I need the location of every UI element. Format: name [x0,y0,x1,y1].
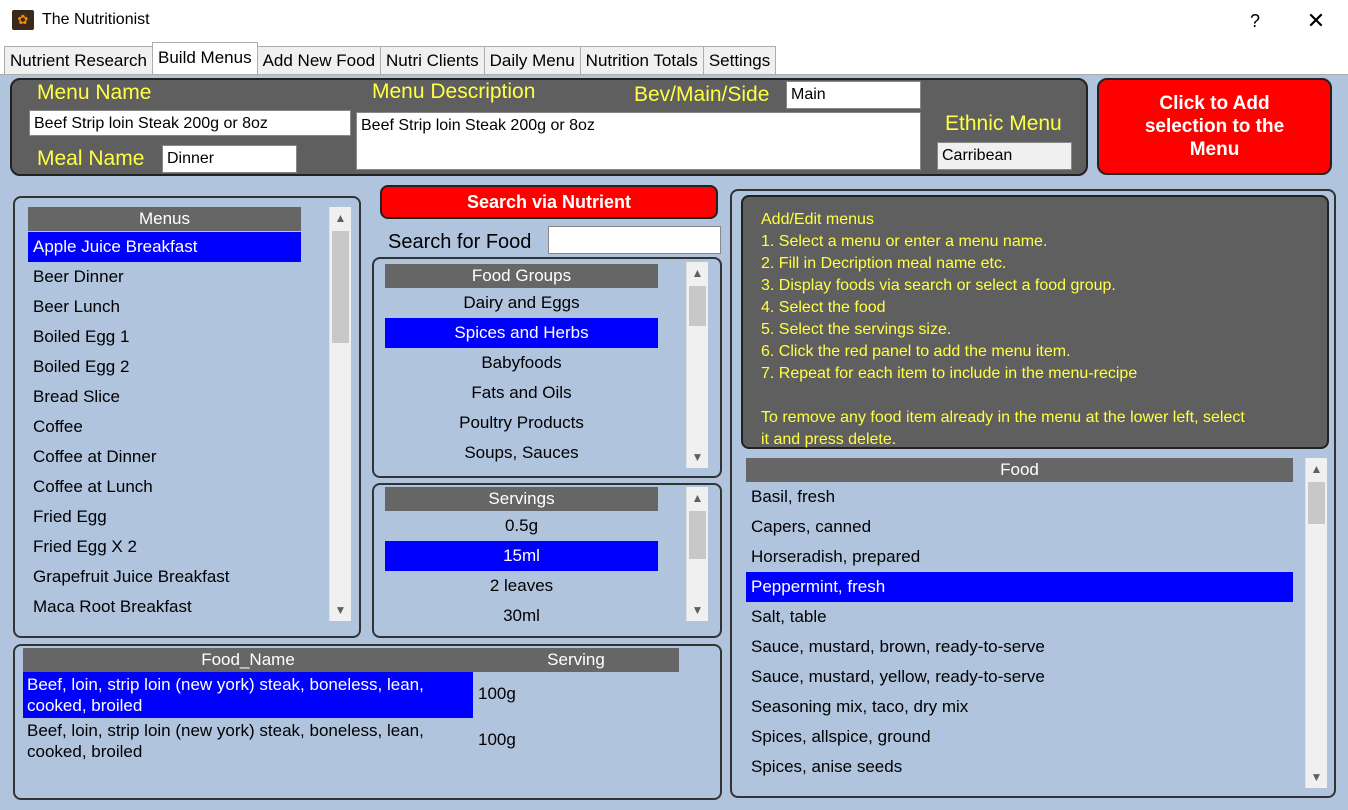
food-name-cell: Beef, loin, strip loin (new york) steak,… [23,718,473,764]
menu-list-item[interactable]: Maca Root Breakfast [28,592,328,622]
scroll-up-icon[interactable]: ▲ [687,487,708,509]
food-groups-header: Food Groups [385,264,658,288]
servings-list: 0.5g 15ml 2 leaves 30ml [385,511,658,621]
servings-scrollbar[interactable]: ▲ ▼ [686,487,708,621]
food-name-cell: Beef, loin, strip loin (new york) steak,… [23,672,473,718]
add-to-menu-button[interactable]: Click to Add selection to the Menu [1097,78,1332,175]
serving-column-header: Serving [473,648,679,672]
serving-item[interactable]: 30ml [385,601,658,621]
food-group-item[interactable]: Babyfoods [385,348,658,378]
scroll-thumb[interactable] [689,286,706,326]
search-food-input[interactable] [548,226,721,254]
menu-name-label: Menu Name [37,81,152,104]
window-title: The Nutritionist [42,11,150,28]
menu-list-item[interactable]: Boiled Egg 1 [28,322,328,352]
tab-daily-menu[interactable]: Daily Menu [483,46,581,74]
menu-items-table: Beef, loin, strip loin (new york) steak,… [23,672,679,764]
title-bar [0,0,1348,42]
food-group-item[interactable]: Poultry Products [385,408,658,438]
food-name-line: Beef, loin, strip loin (new york) steak,… [27,675,424,694]
servings-header: Servings [385,487,658,511]
scroll-down-icon[interactable]: ▼ [1306,766,1327,788]
menu-description-input[interactable]: Beef Strip loin Steak 200g or 8oz [356,112,921,170]
serving-item[interactable]: 2 leaves [385,571,658,601]
tab-nutrient-research[interactable]: Nutrient Research [4,46,154,74]
serving-cell: 100g [478,730,516,749]
menu-list-item[interactable]: Beer Dinner [28,262,328,292]
menus-scrollbar[interactable]: ▲ ▼ [329,207,351,621]
menu-list-item[interactable]: Grapefruit Juice Breakfast [28,562,328,592]
serving-item[interactable]: 0.5g [385,511,658,541]
menu-list-item[interactable]: Coffee at Lunch [28,472,328,502]
food-name-line: cooked, broiled [27,696,143,715]
food-list: Basil, fresh Capers, canned Horseradish, p… [746,482,1293,782]
food-group-item[interactable]: Fats and Oils [385,378,658,408]
food-groups-list: Dairy and Eggs Spices and Herbs Babyfoods F… [385,288,658,468]
menu-list-item[interactable]: Bread Slice [28,382,328,412]
meal-name-input[interactable]: Dinner [162,145,297,173]
menu-list-item[interactable]: Fried Egg X 2 [28,532,328,562]
table-row[interactable]: Beef, loin, strip loin (new york) steak,… [23,672,679,718]
bev-main-side-input[interactable]: Main [786,81,921,109]
search-for-food-label: Search for Food [388,231,532,253]
menu-list-item[interactable]: Boiled Egg 2 [28,352,328,382]
app-logo-icon: ✿ [12,10,34,30]
tab-nutrition-totals[interactable]: Nutrition Totals [579,46,704,74]
food-list-item[interactable]: Spices, anise seeds [746,752,1293,782]
menu-list-item[interactable]: Coffee at Dinner [28,442,328,472]
menus-list: Apple Juice Breakfast Beer Dinner Beer Lun… [28,232,328,622]
food-list-item[interactable]: Sauce, mustard, yellow, ready-to-serve [746,662,1293,692]
scroll-thumb[interactable] [332,231,349,343]
bev-main-side-label: Bev/Main/Side [634,83,770,106]
tab-nutri-clients[interactable]: Nutri Clients [380,46,485,74]
serving-cell: 100g [478,684,516,703]
serving-item[interactable]: 15ml [385,541,658,571]
menu-list-item[interactable]: Coffee [28,412,328,442]
food-group-item[interactable]: Soups, Sauces [385,438,658,468]
search-via-nutrient-button[interactable]: Search via Nutrient [380,185,718,219]
help-button[interactable]: ? [1240,6,1270,36]
food-list-item[interactable]: Sauce, mustard, brown, ready-to-serve [746,632,1293,662]
food-list-header: Food [746,458,1293,482]
food-groups-scrollbar[interactable]: ▲ ▼ [686,262,708,468]
food-list-item[interactable]: Seasoning mix, taco, dry mix [746,692,1293,722]
scroll-thumb[interactable] [1308,482,1325,524]
menu-description-label: Menu Description [372,80,536,103]
scroll-up-icon[interactable]: ▲ [687,262,708,284]
food-list-item[interactable]: Capers, canned [746,512,1293,542]
meal-name-label: Meal Name [37,147,145,170]
close-button[interactable]: ✕ [1300,6,1332,36]
scroll-up-icon[interactable]: ▲ [1306,458,1327,480]
food-name-line: cooked, broiled [27,742,143,761]
menu-name-input[interactable]: Beef Strip loin Steak 200g or 8oz [29,110,351,136]
food-name-line: Beef, loin, strip loin (new york) steak,… [27,721,424,740]
food-list-item[interactable]: Basil, fresh [746,482,1293,512]
table-row[interactable]: Beef, loin, strip loin (new york) steak,… [23,718,679,764]
scroll-down-icon[interactable]: ▼ [330,599,351,621]
food-group-item[interactable]: Spices and Herbs [385,318,658,348]
scroll-thumb[interactable] [689,511,706,559]
scroll-down-icon[interactable]: ▼ [687,446,708,468]
menus-list-header: Menus [28,207,301,231]
food-list-item[interactable]: Spices, allspice, ground [746,722,1293,752]
tab-settings[interactable]: Settings [702,46,777,74]
ethnic-menu-label: Ethnic Menu [945,112,1062,135]
tab-bar: Nutrient Research Build Menus Add New Fo… [4,42,777,74]
food-name-column-header: Food_Name [23,648,473,672]
menu-list-item[interactable]: Beer Lunch [28,292,328,322]
food-scrollbar[interactable]: ▲ ▼ [1305,458,1327,788]
tab-add-new-food[interactable]: Add New Food [256,46,382,74]
scroll-up-icon[interactable]: ▲ [330,207,351,229]
menu-list-item[interactable]: Fried Egg [28,502,328,532]
food-list-item[interactable]: Salt, table [746,602,1293,632]
tab-build-menus[interactable]: Build Menus [152,42,258,74]
food-group-item[interactable]: Dairy and Eggs [385,288,658,318]
ethnic-menu-input[interactable]: Carribean [937,142,1072,170]
scroll-down-icon[interactable]: ▼ [687,599,708,621]
menu-list-item[interactable]: Apple Juice Breakfast [28,232,301,262]
food-list-item[interactable]: Horseradish, prepared [746,542,1293,572]
food-list-item[interactable]: Peppermint, fresh [746,572,1293,602]
